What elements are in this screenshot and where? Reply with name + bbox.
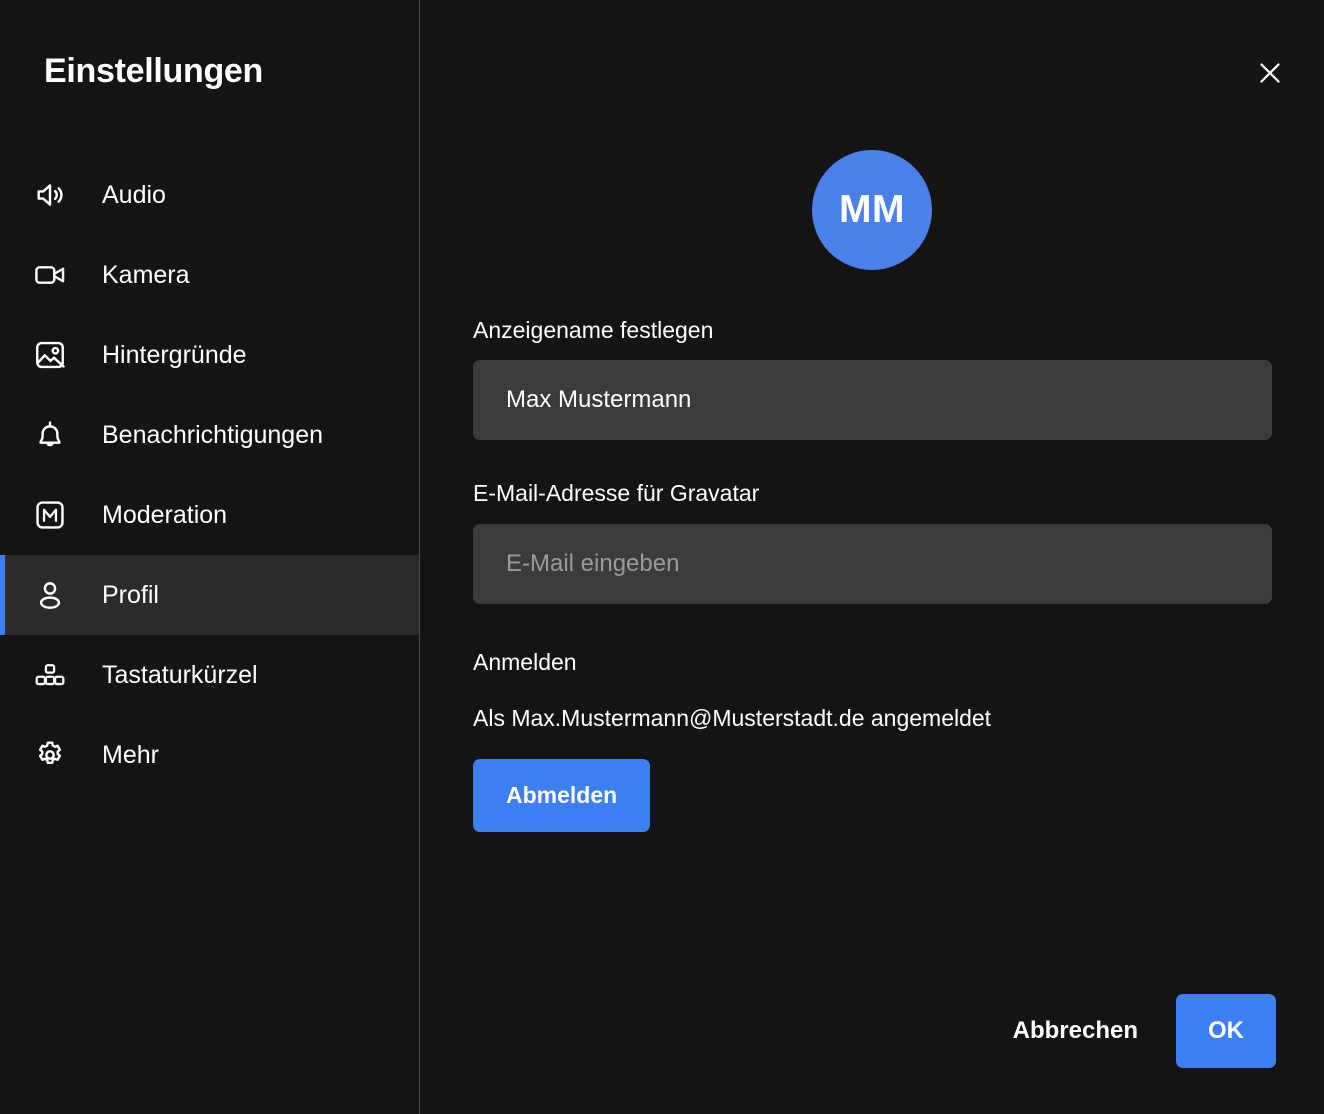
sidebar-item-label: Hintergründe — [102, 340, 247, 369]
profile-form: Anzeigename festlegen E-Mail-Adresse für… — [473, 317, 1272, 832]
video-camera-icon — [29, 254, 71, 296]
sidebar-item-kamera[interactable]: Kamera — [0, 235, 419, 315]
signin-heading: Anmelden — [473, 648, 577, 675]
person-icon — [29, 574, 71, 616]
display-name-label: Anzeigename festlegen — [473, 317, 714, 343]
sidebar-item-hintergruende[interactable]: Hintergründe — [0, 315, 419, 395]
close-icon — [1255, 58, 1285, 91]
sidebar-item-tastaturkuerzel[interactable]: Tastaturkürzel — [0, 635, 419, 715]
moderation-m-icon — [29, 494, 71, 536]
page-title: Einstellungen — [44, 52, 264, 90]
sidebar-item-label: Profil — [102, 580, 159, 609]
signin-section: Anmelden Als Max.Mustermann@Musterstadt.… — [473, 649, 1272, 832]
sidebar-item-moderation[interactable]: Moderation — [0, 475, 419, 555]
settings-sidebar: Einstellungen Audio Kamera Hintergründe … — [0, 0, 420, 1114]
field-display-name: Anzeigename festlegen — [473, 317, 1272, 441]
sidebar-item-label: Audio — [102, 180, 166, 209]
sidebar-item-label: Benachrichtigungen — [102, 420, 323, 449]
dialog-footer: Abbrechen OK — [1003, 994, 1276, 1068]
settings-nav-list: Audio Kamera Hintergründe Benachrichtigu… — [0, 155, 419, 795]
sidebar-item-mehr[interactable]: Mehr — [0, 715, 419, 795]
sidebar-item-label: Tastaturkürzel — [102, 660, 258, 689]
gear-icon — [29, 734, 71, 776]
sidebar-item-label: Kamera — [102, 260, 190, 289]
gravatar-email-label: E-Mail-Adresse für Gravatar — [473, 480, 760, 507]
gravatar-email-input[interactable] — [473, 523, 1272, 604]
sidebar-item-profil[interactable]: Profil — [0, 555, 419, 635]
speaker-icon — [29, 174, 71, 216]
sidebar-item-benachrichtigungen[interactable]: Benachrichtigungen — [0, 395, 419, 475]
avatar-initials: MM — [839, 188, 905, 231]
image-icon — [29, 334, 71, 376]
cancel-button[interactable]: Abbrechen — [1003, 1003, 1148, 1059]
settings-content-panel: MM Anzeigename festlegen E-Mail-Adresse … — [420, 0, 1324, 1114]
avatar: MM — [812, 150, 932, 270]
signin-status-text: Als Max.Mustermann@Musterstadt.de angeme… — [473, 704, 992, 731]
close-button[interactable] — [1248, 52, 1292, 96]
settings-dialog: Einstellungen Audio Kamera Hintergründe … — [0, 0, 1324, 1114]
ok-button[interactable]: OK — [1176, 994, 1276, 1068]
sidebar-item-label: Mehr — [102, 740, 159, 769]
field-gravatar-email: E-Mail-Adresse für Gravatar — [473, 480, 1272, 604]
sidebar-item-label: Moderation — [102, 500, 228, 529]
sidebar-item-audio[interactable]: Audio — [0, 155, 419, 235]
display-name-input[interactable] — [473, 360, 1272, 441]
signout-button[interactable]: Abmelden — [473, 758, 651, 832]
keyboard-shortcuts-icon — [29, 654, 71, 696]
bell-icon — [29, 414, 71, 456]
